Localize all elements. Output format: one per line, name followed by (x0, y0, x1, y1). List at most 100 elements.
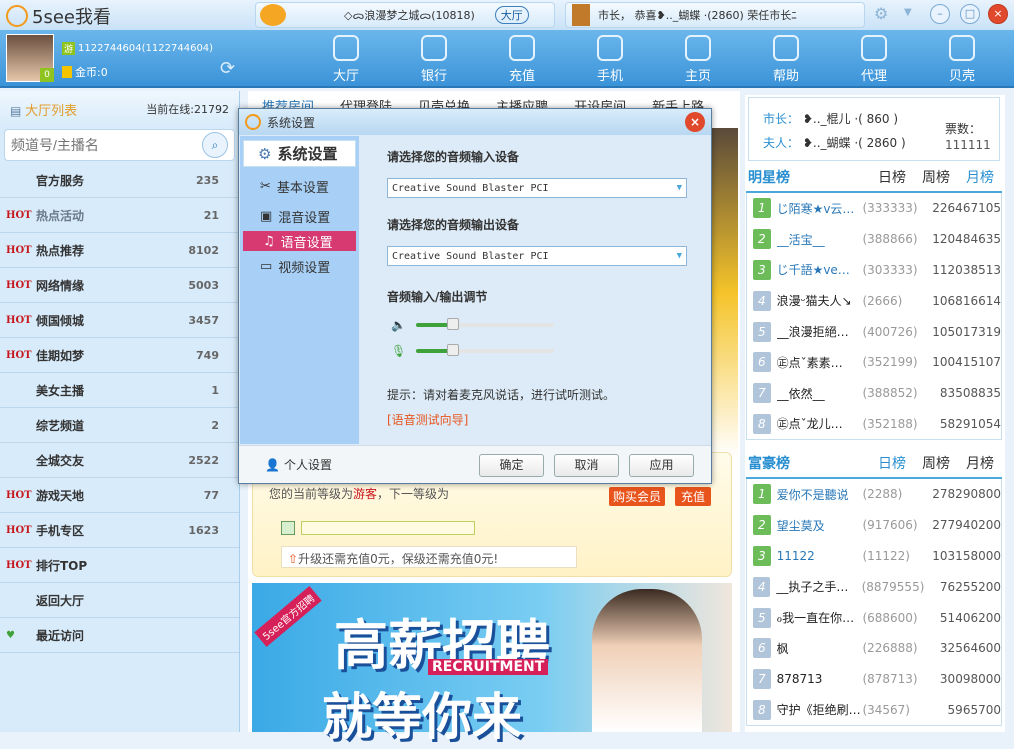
rank-row[interactable]: 2 __活宝__ (388866) 120484635 (747, 224, 1001, 255)
dropdown-icon[interactable]: ▼ (904, 7, 912, 18)
rank-name[interactable]: __依然__ (777, 385, 863, 402)
rank-name[interactable]: 守护《拒绝刷… (777, 701, 863, 718)
sidebar-item[interactable]: 返回大厅 (0, 583, 239, 618)
rank-tab[interactable]: 周榜 (914, 453, 958, 473)
rank-value: 83508835 (939, 386, 1001, 401)
nav-bank[interactable]: 银行 (404, 35, 464, 84)
ok-button[interactable]: 确定 (479, 454, 544, 477)
sidebar-item[interactable]: HOT 倾国倾城 3457 (0, 303, 239, 338)
rank-name[interactable]: 浪漫ᵕ猫夫人↘ (777, 292, 863, 309)
rank-name[interactable]: ℴ我一直在你… (777, 609, 863, 626)
wife-name[interactable]: ❥.._蝴蝶 ·( 2860 ) (803, 136, 906, 150)
dialog-nav-item[interactable]: ✂ 基本设置 (240, 171, 359, 201)
minimize-button[interactable]: – (930, 4, 950, 24)
mayor-name[interactable]: ❥.._棍儿 ·( 860 ) (803, 112, 898, 126)
sidebar-item[interactable]: 官方服务 235 (0, 163, 239, 198)
rank-row[interactable]: 8 守护《拒绝刷… (34567) 5965700 (747, 695, 1001, 726)
sidebar-item-label: 官方服务 (36, 173, 85, 188)
system-settings-dialog: 系统设置 × ⚙ 系统设置 ✂ 基本设置 ▣ 混音设置 ♫ 语音设置 ▭ 视频设置 请选择您的音… (238, 108, 712, 484)
output-device-select[interactable]: Creative Sound Blaster PCI ▼ (387, 246, 687, 266)
nav-head-system[interactable]: ⚙ 系统设置 (243, 140, 356, 167)
personal-settings-link[interactable]: 个人设置 (284, 456, 332, 473)
rank-tab[interactable]: 月榜 (958, 453, 1002, 473)
rank-row[interactable]: 5 __浪漫拒絕… (400726) 105017319 (747, 316, 1001, 347)
rank-name[interactable]: じ陌寒★v云… (777, 200, 863, 217)
nav-help[interactable]: 帮助 (756, 35, 816, 84)
search-icon[interactable]: ⌕ (202, 132, 228, 158)
cancel-button[interactable]: 取消 (554, 454, 619, 477)
input-device-select[interactable]: Creative Sound Blaster PCI ▼ (387, 178, 687, 198)
rank-name[interactable]: 爱你不是聽说 (777, 486, 863, 503)
rank-row[interactable]: 1 じ陌寒★v云… (333333) 226467105 (747, 193, 1001, 224)
rank-tab[interactable]: 日榜 (870, 167, 914, 187)
sidebar-item[interactable]: 全城交友 2522 (0, 443, 239, 478)
rank-row[interactable]: 6 枫 (226888) 32564600 (747, 633, 1001, 664)
rank-name[interactable]: ㊣点ˇ素素… (777, 354, 863, 371)
rank-name[interactable]: 望尘莫及 (777, 517, 863, 534)
hot-badge: HOT (6, 489, 32, 501)
sidebar-item[interactable]: 美女主播 1 (0, 373, 239, 408)
dialog-close-button[interactable]: × (685, 112, 705, 132)
rank-name[interactable]: __执子之手… (776, 578, 861, 595)
rank-name[interactable]: 11122 (777, 549, 863, 563)
rank-row[interactable]: 4 __执子之手… (8879555) 76255200 (747, 571, 1001, 602)
speaker-volume-slider[interactable] (415, 318, 554, 330)
mic-volume-slider[interactable] (416, 344, 555, 356)
rank-row[interactable]: 2 望尘莫及 (917606) 277940200 (747, 510, 1001, 541)
rank-name[interactable]: じ千語★ve… (777, 261, 863, 278)
nav-home[interactable]: 主页 (668, 35, 728, 84)
rank-tab[interactable]: 月榜 (958, 167, 1002, 187)
sidebar-item[interactable]: ♥ 最近访问 (0, 618, 239, 653)
search-input[interactable] (11, 137, 191, 153)
hint-text: 提示：请对着麦克风说话，进行试听测试。 (387, 388, 616, 402)
rank-name[interactable]: 878713 (777, 672, 863, 686)
nav-shell[interactable]: 贝壳 (932, 35, 992, 84)
gear-icon[interactable]: ⚙ (874, 4, 888, 23)
room-ticker[interactable]: ◇ᯅ浪漫梦之城ᯅ(10818) 大厅 (255, 2, 555, 28)
rank-row[interactable]: 6 ㊣点ˇ素素… (352199) 100415107 (747, 347, 1001, 378)
rank-name[interactable]: 枫 (777, 640, 863, 657)
rank-name[interactable]: __浪漫拒絕… (777, 323, 863, 340)
rank-row[interactable]: 1 爱你不是聽说 (2288) 278290800 (747, 479, 1001, 510)
rank-tab[interactable]: 日榜 (870, 453, 914, 473)
recharge-button[interactable]: 充值 (675, 487, 712, 506)
maximize-button[interactable]: □ (960, 4, 980, 24)
sidebar-item[interactable]: 综艺频道 2 (0, 408, 239, 443)
rank-tab[interactable]: 周榜 (914, 167, 958, 187)
close-button[interactable]: × (988, 4, 1008, 24)
sidebar-item[interactable]: HOT 游戏天地 77 (0, 478, 239, 513)
rank-row[interactable]: 3 11122 (11122) 103158000 (747, 541, 1001, 572)
nav-phone[interactable]: 手机 (580, 35, 640, 84)
sidebar-item[interactable]: HOT 网络情缘 5003 (0, 268, 239, 303)
rank-id: (388866) (862, 232, 918, 247)
rank-row[interactable]: 7 878713 (878713) 30098000 (747, 664, 1001, 695)
sidebar-item[interactable]: HOT 手机专区 1623 (0, 513, 239, 548)
rank-row[interactable]: 5 ℴ我一直在你… (688600) 51406200 (747, 602, 1001, 633)
announcement-ticker[interactable]: 市长， 恭喜❥.._蝴蝶 ·(2860) 荣任市长ﾆ (565, 2, 865, 28)
nav-tv[interactable]: 大厅 (316, 35, 376, 84)
refresh-icon[interactable]: ⟳ (220, 58, 235, 79)
hot-badge: HOT (6, 349, 32, 361)
voice-test-wizard-link[interactable]: [语音测试向导] (387, 411, 707, 428)
buy-vip-button[interactable]: 购买会员 (609, 487, 666, 506)
sidebar-item[interactable]: HOT 热点活动 21 (0, 198, 239, 233)
rank-row[interactable]: 8 ㊣点ˇ龙儿… (352188) 58291054 (747, 409, 1001, 440)
dialog-nav-item[interactable]: ▭ 视频设置 (240, 251, 359, 281)
rank-row[interactable]: 4 浪漫ᵕ猫夫人↘ (2666) 106816614 (747, 285, 1001, 316)
recruitment-banner[interactable]: 5see官方招聘 高薪招聘 RECRUITMENT 就等你来 (252, 583, 732, 746)
apply-button[interactable]: 应用 (629, 454, 694, 477)
rank-name[interactable]: ㊣点ˇ龙儿… (777, 415, 863, 432)
sidebar-item[interactable]: HOT 排行TOP (0, 548, 239, 583)
sidebar-item[interactable]: HOT 佳期如梦 749 (0, 338, 239, 373)
nav-agent[interactable]: 代理 (844, 35, 904, 84)
dialog-title-bar[interactable]: 系统设置 (239, 109, 711, 135)
sidebar-item[interactable]: HOT 热点推荐 8102 (0, 233, 239, 268)
nav-diamond[interactable]: 充值 (492, 35, 552, 84)
rank-row[interactable]: 7 __依然__ (388852) 83508835 (747, 378, 1001, 409)
rank-row[interactable]: 3 じ千語★ve… (303333) 112038513 (747, 255, 1001, 286)
hall-button[interactable]: 大厅 (494, 6, 529, 24)
dialog-nav-item[interactable]: ▣ 混音设置 (240, 201, 359, 231)
dialog-nav-item[interactable]: ♫ 语音设置 (243, 231, 356, 251)
dialog-title: 系统设置 (267, 115, 316, 130)
rank-name[interactable]: __活宝__ (777, 231, 863, 248)
